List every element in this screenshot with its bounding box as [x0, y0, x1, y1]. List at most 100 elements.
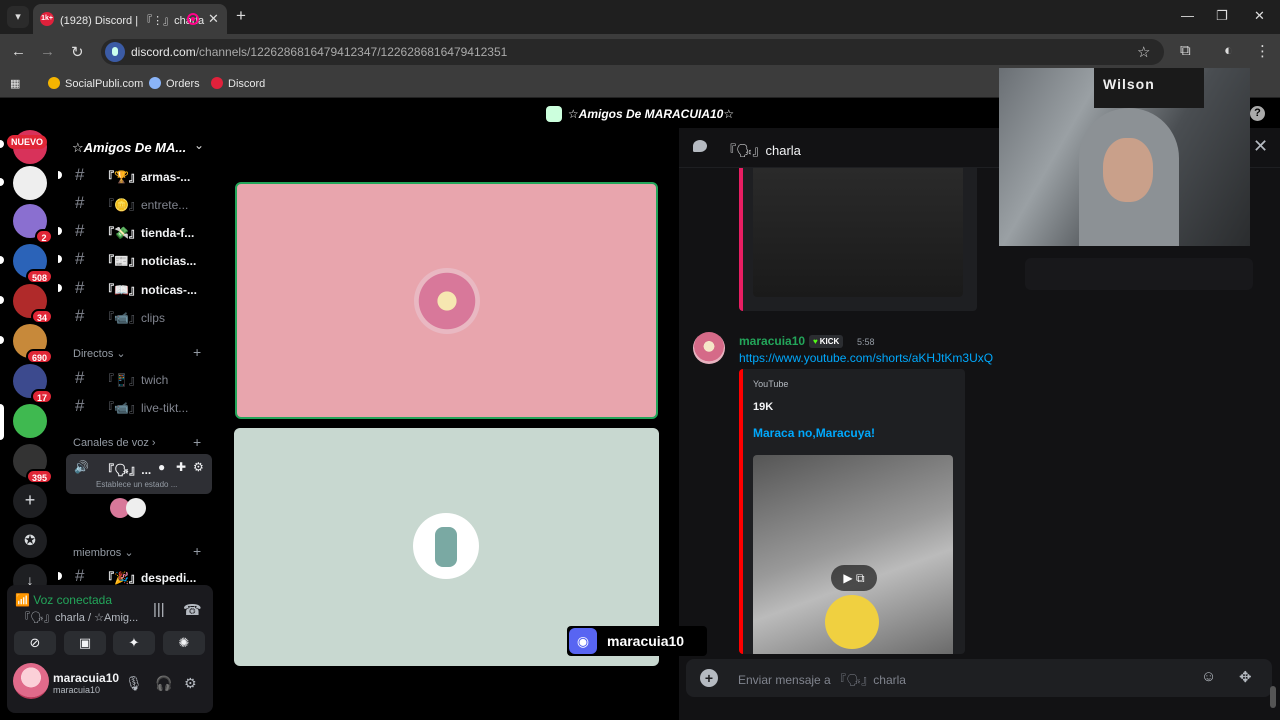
noise-suppression-icon[interactable]: ||| — [153, 601, 165, 618]
embed-author[interactable]: 19K — [753, 401, 773, 413]
category-directos[interactable]: Directos ⌄ — [73, 347, 126, 360]
kick-role-tag: KICK — [809, 335, 844, 348]
server-icon[interactable]: 17 — [13, 364, 53, 404]
participant-tile-speaking[interactable] — [235, 182, 658, 419]
server-icon[interactable]: 2 — [13, 204, 53, 244]
emoji-icon[interactable]: ☺ — [1201, 668, 1216, 685]
embed-title[interactable]: Maraca no,Maracuya! — [753, 426, 875, 440]
discover-icon[interactable]: ✪ — [13, 524, 47, 558]
bookmark-discord[interactable]: Discord — [211, 77, 265, 90]
hash-icon: # — [75, 193, 85, 212]
message-avatar[interactable] — [693, 332, 725, 364]
close-chat-icon[interactable]: ✕ — [1253, 136, 1268, 157]
message-link[interactable]: https://www.youtube.com/shorts/aKHJtKm3U… — [739, 351, 993, 365]
voice-channel-path[interactable]: 『🗣』charla / ☆Amig... — [19, 609, 138, 625]
apps-icon[interactable]: ✥ — [1239, 668, 1252, 686]
forward-icon[interactable]: → — [40, 43, 55, 60]
url-text: discord.com/channels/1226286816479412347… — [131, 45, 508, 59]
user-tag: maracuia10 — [53, 685, 101, 695]
gear-icon[interactable]: ⚙ — [193, 460, 204, 474]
user-avatar[interactable] — [13, 663, 49, 699]
add-channel-icon[interactable]: + — [193, 434, 201, 450]
mention-badge: 395 — [25, 469, 53, 484]
overlay-username: maracuia10 — [607, 633, 685, 649]
apps-grid-icon[interactable]: ▦ — [10, 77, 20, 90]
channel-item[interactable]: # 『🪙』entrete... — [62, 190, 220, 216]
help-icon[interactable]: ? — [1250, 106, 1265, 121]
thumbnail-avatar — [825, 595, 879, 649]
settings-gear-icon[interactable]: ⚙ — [184, 675, 197, 692]
server-icon-k[interactable] — [13, 166, 47, 200]
unread-pill — [0, 256, 4, 264]
address-bar[interactable]: discord.com/channels/1226286816479412347… — [101, 39, 1164, 65]
hash-icon: # — [75, 306, 85, 325]
back-icon[interactable]: ← — [11, 43, 26, 60]
recording-indicator-icon — [187, 13, 199, 25]
bookmark-socialpubli[interactable]: SocialPubli.com — [48, 77, 143, 90]
browser-tab-discord[interactable]: 1k+ (1928) Discord | 『⋮』charla ✕ — [33, 4, 227, 34]
server-icon[interactable]: 508 — [13, 244, 53, 284]
screen-share-button[interactable]: ▣ — [64, 631, 106, 655]
tab-search-button[interactable]: ▾ — [7, 6, 29, 28]
extensions-icon[interactable]: ⧉ — [1180, 42, 1191, 59]
add-attachment-icon[interactable]: + — [700, 669, 718, 687]
previous-embed — [739, 168, 977, 311]
hash-icon: # — [75, 396, 85, 415]
server-icon[interactable]: 34 — [13, 284, 53, 324]
minimize-icon[interactable]: — — [1181, 8, 1194, 23]
close-window-icon[interactable]: ✕ — [1254, 8, 1265, 24]
server-icon[interactable]: 690 — [13, 324, 53, 364]
server-icon-kick[interactable] — [13, 404, 47, 438]
bookmark-star-icon[interactable]: ☆ — [1137, 43, 1150, 61]
video-thumbnail[interactable]: ▶ ⧉ — [753, 455, 953, 654]
voice-user-avatar[interactable] — [126, 498, 146, 518]
add-server-icon[interactable]: + — [13, 484, 47, 518]
microphone-permission-icon[interactable] — [105, 42, 125, 62]
guild-name[interactable]: ☆Amigos De MA... — [72, 140, 186, 156]
add-channel-icon[interactable]: + — [193, 344, 201, 360]
message-author[interactable]: maracuia10 — [739, 334, 805, 348]
play-icon[interactable]: ▶ ⧉ — [831, 565, 877, 591]
close-tab-icon[interactable]: ✕ — [208, 11, 219, 27]
channel-item[interactable]: # 『📹』clips — [62, 303, 220, 329]
socialpubli-icon — [48, 77, 60, 89]
chat-icon[interactable]: ● — [158, 460, 165, 474]
embed-provider: YouTube — [753, 379, 789, 389]
voice-connection-panel: 📶 Voz conectada 『🗣』charla / ☆Amig... |||… — [7, 585, 213, 713]
username[interactable]: maracuia10 — [53, 671, 119, 685]
activities-button[interactable]: ✦ — [113, 631, 155, 655]
voice-connected-status[interactable]: 📶 Voz conectada — [15, 593, 112, 607]
voice-channel-active[interactable]: 🔊 『🗣』... ● ✚ ⚙ Establece un estado ... — [66, 454, 212, 494]
new-tab-button[interactable]: + — [236, 6, 246, 26]
channel-item[interactable]: # 『📖』noticas-... — [58, 275, 220, 301]
browser-menu-icon[interactable]: ⋮ — [1255, 42, 1270, 60]
maximize-icon[interactable]: ❐ — [1216, 8, 1228, 24]
channel-item[interactable]: # 『🏆』armas-... — [58, 162, 220, 188]
message-timestamp: 5:58 — [857, 337, 875, 347]
add-channel-icon[interactable]: + — [193, 543, 201, 559]
channel-item[interactable]: # 『📱』twich — [62, 365, 220, 391]
soundboard-button[interactable]: ✺ — [163, 631, 205, 655]
unread-pill — [0, 336, 4, 344]
channel-item[interactable]: # 『📰』noticias... — [58, 246, 220, 272]
chat-scrollbar[interactable] — [1270, 686, 1276, 708]
headphones-icon[interactable]: 🎧 — [155, 675, 172, 692]
chevron-down-icon[interactable]: ⌄ — [194, 138, 204, 152]
profile-icon[interactable]: ◐ — [1224, 42, 1233, 59]
microphone-icon[interactable]: 🎙 — [125, 675, 143, 692]
embed-image[interactable] — [753, 168, 963, 297]
server-icon[interactable]: 395 — [13, 444, 53, 484]
voice-status-text[interactable]: Establece un estado ... — [96, 480, 177, 489]
discord-logo-icon: ◉ — [569, 628, 597, 654]
channel-item[interactable]: # 『💸』tienda-f... — [58, 218, 220, 244]
invite-icon[interactable]: ✚ — [176, 460, 186, 474]
category-voz[interactable]: Canales de voz › — [73, 437, 156, 449]
channel-item[interactable]: # 『📹』live-tikt... — [62, 393, 220, 419]
disconnect-icon[interactable]: ☎ — [183, 601, 202, 619]
reload-icon[interactable]: ↻ — [71, 43, 84, 61]
bookmark-orders[interactable]: Orders — [149, 77, 200, 90]
mention-badge: 690 — [25, 349, 53, 364]
message-input[interactable]: + Enviar mensaje a 『🗣』charla ☺ ✥ — [686, 659, 1272, 697]
camera-off-button[interactable]: ⊘ — [14, 631, 56, 655]
category-miembros[interactable]: miembros ⌄ — [73, 546, 134, 559]
